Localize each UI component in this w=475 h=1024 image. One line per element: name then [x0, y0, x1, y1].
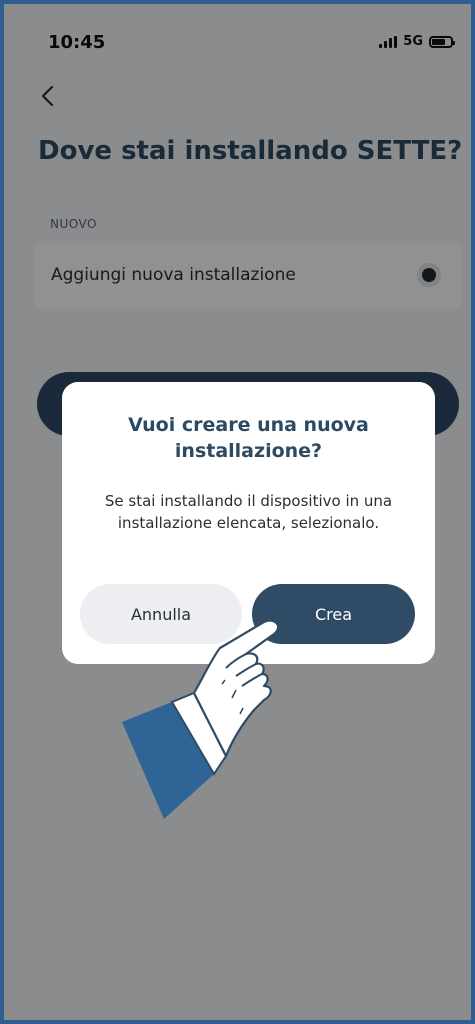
dialog-message: Se stai installando il dispositivo in un…	[104, 492, 393, 532]
pointing-hand-icon	[122, 619, 280, 819]
device-frame: 10:45 5G Dove stai installando SETTE? NU…	[0, 0, 475, 1024]
app-screen: 10:45 5G Dove stai installando SETTE? NU…	[4, 4, 471, 1020]
dialog-title: Vuoi creare una nuova installazione?	[128, 414, 369, 462]
